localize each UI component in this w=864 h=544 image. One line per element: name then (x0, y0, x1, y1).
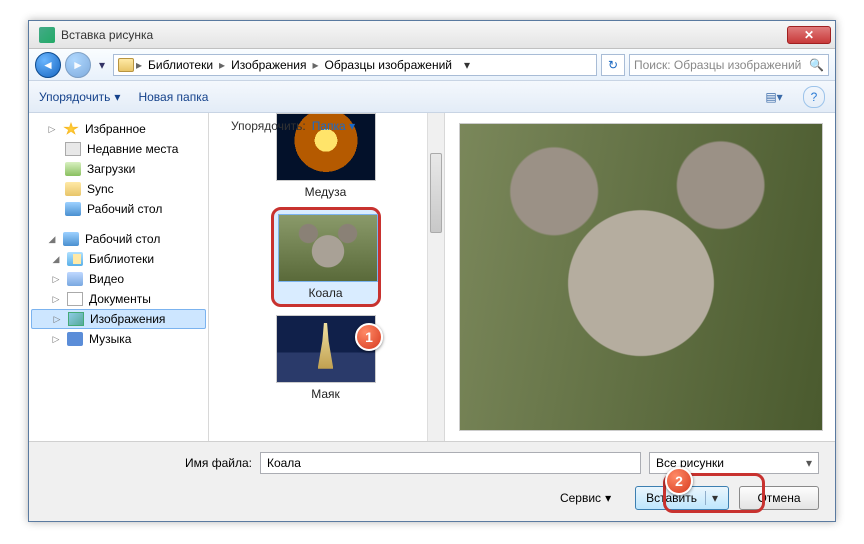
toolbar: Упорядочить ▾ Новая папка ▤▾ ? (29, 81, 835, 113)
downloads-icon (65, 162, 81, 176)
insert-picture-dialog: Вставка рисунка ✕ ◄ ► ▾ ▸ Библиотеки ▸ И… (28, 20, 836, 522)
view-mode-button[interactable]: ▤▾ (763, 86, 785, 108)
sidebar-favorites[interactable]: ▷Избранное (29, 119, 208, 139)
documents-icon (67, 292, 83, 306)
sidebar-desktop[interactable]: ◢Рабочий стол (29, 229, 208, 249)
nav-row: ◄ ► ▾ ▸ Библиотеки ▸ Изображения ▸ Образ… (29, 49, 835, 81)
thumbnail-label: Коала (278, 286, 374, 300)
file-pane: Упорядочить: Папка ▾ Медуза Коала Маяк (209, 113, 445, 441)
sidebar-sync[interactable]: Sync (29, 179, 208, 199)
scrollbar-thumb[interactable] (430, 153, 442, 233)
breadcrumb-seg-1[interactable]: Изображения (227, 58, 310, 72)
libraries-icon (67, 252, 83, 266)
breadcrumb[interactable]: ▸ Библиотеки ▸ Изображения ▸ Образцы изо… (113, 54, 597, 76)
thumbnail-label: Медуза (271, 185, 381, 199)
file-item-koala[interactable]: Коала (271, 207, 381, 307)
window-title: Вставка рисунка (61, 28, 787, 42)
refresh-button[interactable]: ↻ (601, 54, 625, 76)
app-icon (39, 27, 55, 43)
filename-input[interactable] (260, 452, 641, 474)
folder-icon (118, 58, 134, 72)
nav-forward-button[interactable]: ► (65, 52, 91, 78)
chevron-down-icon: ▾ (605, 491, 611, 505)
pictures-icon (68, 312, 84, 326)
breadcrumb-seg-0[interactable]: Библиотеки (144, 58, 217, 72)
search-placeholder: Поиск: Образцы изображений (634, 58, 801, 72)
thumbnail-image (278, 214, 378, 282)
dialog-body: ▷Избранное Недавние места Загрузки Sync … (29, 113, 835, 441)
desktop-icon (63, 232, 79, 246)
annotation-callout-2: 2 (665, 467, 693, 495)
filepane-scrollbar[interactable] (427, 113, 444, 441)
sidebar-recent[interactable]: Недавние места (29, 139, 208, 159)
annotation-callout-1: 1 (355, 323, 383, 351)
search-input[interactable]: Поиск: Образцы изображений 🔍 (629, 54, 829, 76)
sidebar-documents[interactable]: ▷Документы (29, 289, 208, 309)
sidebar-libraries[interactable]: ◢Библиотеки (29, 249, 208, 269)
video-icon (67, 272, 83, 286)
nav-history-dropdown[interactable]: ▾ (95, 54, 109, 76)
sidebar-video[interactable]: ▷Видео (29, 269, 208, 289)
nav-back-button[interactable]: ◄ (35, 52, 61, 78)
organize-mode[interactable]: Папка ▾ (312, 119, 355, 133)
chevron-down-icon: ▾ (114, 90, 120, 104)
desktop-icon (65, 202, 81, 216)
organize-button[interactable]: Упорядочить ▾ (39, 90, 120, 104)
new-folder-button[interactable]: Новая папка (138, 90, 208, 104)
preview-image (459, 123, 823, 431)
sidebar-music[interactable]: ▷Музыка (29, 329, 208, 349)
thumbnail-label: Маяк (271, 387, 381, 401)
sidebar-downloads[interactable]: Загрузки (29, 159, 208, 179)
breadcrumb-seg-2[interactable]: Образцы изображений (321, 58, 456, 72)
chevron-down-icon: ▾ (806, 456, 812, 470)
music-icon (67, 332, 83, 346)
organize-label: Упорядочить: (231, 119, 306, 133)
search-icon: 🔍 (809, 58, 824, 72)
sidebar: ▷Избранное Недавние места Загрузки Sync … (29, 113, 209, 441)
close-button[interactable]: ✕ (787, 26, 831, 44)
preview-pane (445, 113, 835, 441)
sidebar-pictures[interactable]: ▷Изображения (31, 309, 206, 329)
titlebar: Вставка рисунка ✕ (29, 21, 835, 49)
recent-icon (65, 142, 81, 156)
sync-icon (65, 182, 81, 196)
sidebar-desktop-fav[interactable]: Рабочий стол (29, 199, 208, 219)
thumbnails: Медуза Коала Маяк (209, 113, 444, 401)
filename-label: Имя файла: (185, 456, 252, 470)
breadcrumb-dropdown[interactable]: ▾ (458, 58, 476, 72)
help-button[interactable]: ? (803, 86, 825, 108)
service-menu[interactable]: Сервис ▾ (560, 491, 611, 505)
